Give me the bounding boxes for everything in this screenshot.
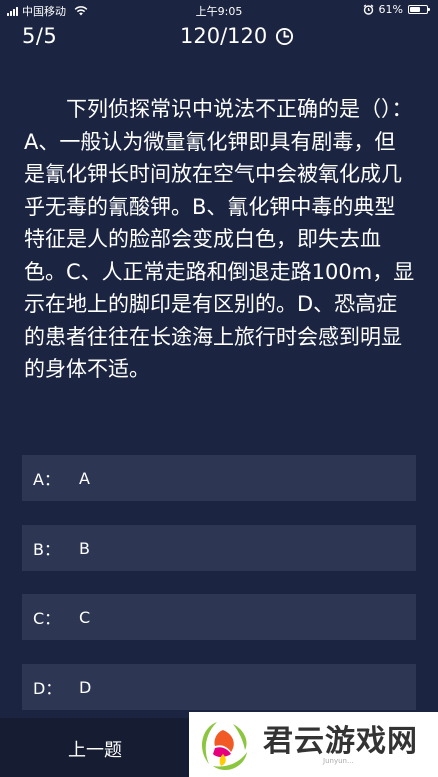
watermark-text: 君云游戏网 Junyun... <box>263 724 418 765</box>
quiz-header: 5/5 120/120 <box>0 24 438 56</box>
question-text: 下列侦探常识中说法不正确的是（）：A、一般认为微量氰化钾即具有剧毒，但是氰化钾长… <box>24 97 415 381</box>
previous-question-button[interactable]: 上一题 <box>0 718 190 777</box>
option-value: A <box>79 468 90 488</box>
option-b[interactable]: B： B <box>22 525 416 571</box>
watermark-title: 君云游戏网 <box>263 724 418 759</box>
option-value: B <box>79 538 90 558</box>
status-right: 61% <box>363 3 430 16</box>
watermark-subtitle: Junyun... <box>323 757 354 765</box>
watermark: 君云游戏网 Junyun... <box>189 712 438 777</box>
option-key: C： <box>33 609 61 628</box>
question-progress: 5/5 <box>22 24 58 48</box>
timer-text: 120/120 <box>180 24 268 48</box>
alarm-icon <box>363 4 373 15</box>
countdown-timer: 120/120 <box>180 24 294 48</box>
option-key: D： <box>33 679 62 698</box>
option-c[interactable]: C： C <box>22 594 416 640</box>
battery-icon <box>408 5 430 14</box>
battery-fill <box>410 7 420 12</box>
watermark-logo-icon <box>202 721 247 770</box>
option-value: C <box>79 607 91 627</box>
option-key: B： <box>33 540 60 559</box>
status-bar: 中国移动 上午9:05 61% <box>0 0 438 20</box>
option-value: D <box>79 677 92 697</box>
battery-percent: 61% <box>378 3 403 16</box>
option-d[interactable]: D： D <box>22 664 416 710</box>
option-a[interactable]: A： A <box>22 455 416 501</box>
option-key: A： <box>33 470 60 489</box>
clock-icon <box>276 27 294 45</box>
